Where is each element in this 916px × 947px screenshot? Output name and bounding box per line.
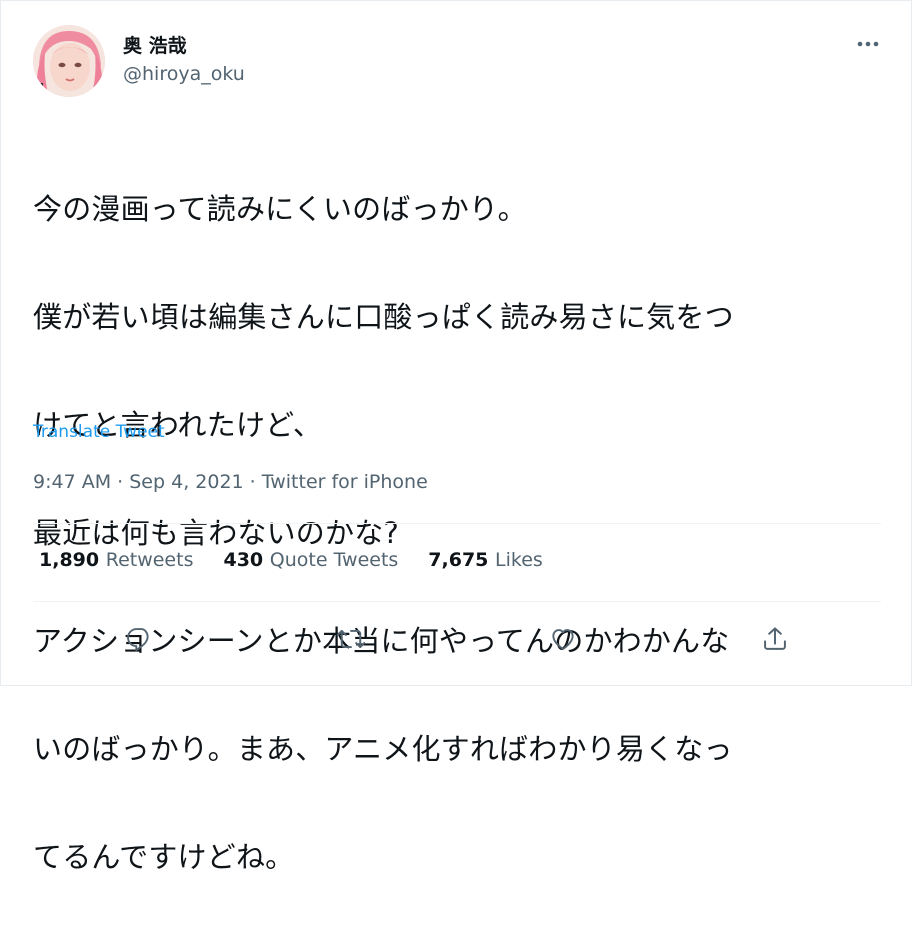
tweet-meta: 9:47 AM · Sep 4, 2021 · Twitter for iPho… (33, 471, 428, 493)
tweet-line: 僕が若い頃は編集さんに口酸っぱく読み易さに気をつ (33, 300, 734, 334)
share-button[interactable] (759, 623, 791, 655)
avatar-image (33, 25, 105, 97)
retweet-icon (336, 629, 366, 649)
quote-tweets-count: 430 (223, 549, 270, 571)
tweet-line: 最近は何も言わないのかな? (33, 516, 399, 550)
likes-stat[interactable]: 7,675 Likes (428, 549, 543, 571)
tweet-line: 今の漫画って読みにくいのばっかり。 (33, 192, 527, 226)
retweet-button[interactable] (335, 623, 367, 655)
likes-count: 7,675 (428, 549, 496, 571)
tweet-actions (1, 615, 913, 661)
share-icon (764, 627, 786, 650)
translate-tweet-link[interactable]: Translate Tweet (33, 422, 165, 442)
more-horizontal-icon (857, 41, 879, 47)
retweets-stat[interactable]: 1,890 Retweets (39, 549, 193, 571)
tweet-date[interactable]: Sep 4, 2021 (129, 471, 243, 493)
reply-button[interactable] (123, 623, 155, 655)
like-button[interactable] (547, 623, 579, 655)
tweet-line: いのばっかり。まあ、アニメ化すればわかり易くなっ (33, 732, 733, 766)
meta-separator: · (249, 471, 262, 493)
avatar[interactable] (33, 25, 105, 97)
tweet-line: てるんですけどね。 (33, 840, 295, 874)
likes-label: Likes (495, 549, 543, 571)
divider (33, 601, 881, 602)
reply-icon (127, 628, 149, 652)
author-handle[interactable]: @hiroya_oku (123, 63, 245, 85)
divider (33, 523, 881, 524)
quote-tweets-label: Quote Tweets (269, 549, 399, 571)
heart-icon (552, 629, 574, 650)
tweet-text: 今の漫画って読みにくいのばっかり。 僕が若い頃は編集さんに口酸っぱく読み易さに気… (33, 119, 873, 947)
quote-tweets-stat[interactable]: 430 Quote Tweets (223, 549, 398, 571)
retweets-label: Retweets (105, 549, 194, 571)
tweet-source[interactable]: Twitter for iPhone (262, 471, 428, 493)
retweets-count: 1,890 (39, 549, 106, 571)
tweet-stats: 1,890 Retweets 430 Quote Tweets 7,675 Li… (39, 549, 573, 571)
tweet-time[interactable]: 9:47 AM (33, 471, 111, 493)
meta-separator: · (117, 471, 130, 493)
more-options-button[interactable] (853, 31, 883, 57)
tweet-card: 奥 浩哉 @hiroya_oku 今の漫画って読みにくいのばっかり。 僕が若い頃… (0, 0, 913, 874)
author-display-name[interactable]: 奥 浩哉 (123, 31, 187, 58)
